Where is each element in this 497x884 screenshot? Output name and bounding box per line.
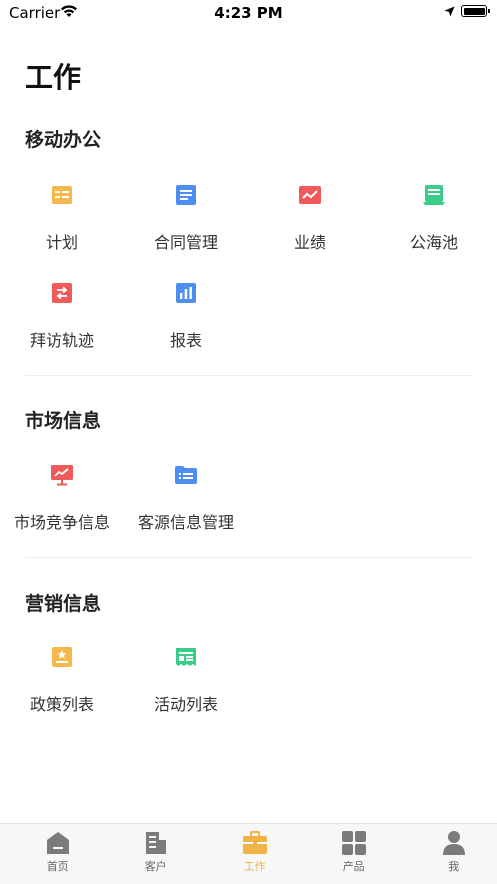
plan-icon xyxy=(52,186,72,204)
contract-icon xyxy=(176,185,196,205)
public-pool-icon xyxy=(423,185,445,205)
battery-icon xyxy=(461,5,490,17)
policy-icon xyxy=(52,647,72,667)
tab-bar: 首页 客户 工作 产品 我 xyxy=(0,823,497,884)
visit-track-icon xyxy=(52,283,72,303)
market-board-icon xyxy=(51,465,73,486)
tab-product[interactable]: 产品 xyxy=(304,824,403,884)
clock: 4:23 PM xyxy=(214,4,283,22)
divider xyxy=(25,557,472,558)
person-icon xyxy=(442,831,465,855)
activity-icon xyxy=(176,648,196,666)
location-arrow-icon xyxy=(444,6,455,17)
grid-item-customer-source[interactable]: 客源信息管理 xyxy=(124,463,248,533)
tab-customer[interactable]: 客户 xyxy=(106,824,205,884)
report-bar-icon xyxy=(176,283,196,303)
customer-list-icon xyxy=(175,466,197,484)
performance-chart-icon xyxy=(299,186,321,204)
grid-item-policy-list[interactable]: 政策列表 xyxy=(0,645,124,715)
building-icon xyxy=(145,832,166,854)
section-title-market-info: 市场信息 xyxy=(25,410,102,432)
tab-me[interactable]: 我 xyxy=(404,824,497,884)
grid-item-market-competition[interactable]: 市场竞争信息 xyxy=(0,463,124,533)
grid-item-contract[interactable]: 合同管理 xyxy=(124,183,248,253)
grid-item-visit-track[interactable]: 拜访轨迹 xyxy=(0,281,124,351)
tab-home[interactable]: 首页 xyxy=(8,824,107,884)
home-icon xyxy=(46,832,69,854)
grid-item-public-pool[interactable]: 公海池 xyxy=(372,183,496,253)
grid-icon xyxy=(341,831,366,855)
section-title-marketing-info: 营销信息 xyxy=(25,593,102,615)
grid-item-plan[interactable]: 计划 xyxy=(0,183,124,253)
page-title: 工作 xyxy=(25,61,82,94)
status-bar: Carrier 4:23 PM xyxy=(0,0,497,26)
tab-work[interactable]: 工作 xyxy=(205,824,304,884)
divider xyxy=(25,375,472,376)
briefcase-icon xyxy=(242,831,267,854)
grid-item-activity-list[interactable]: 活动列表 xyxy=(124,645,248,715)
grid-item-performance[interactable]: 业绩 xyxy=(248,183,372,253)
section-title-mobile-office: 移动办公 xyxy=(25,129,102,151)
grid-item-report[interactable]: 报表 xyxy=(124,281,248,351)
